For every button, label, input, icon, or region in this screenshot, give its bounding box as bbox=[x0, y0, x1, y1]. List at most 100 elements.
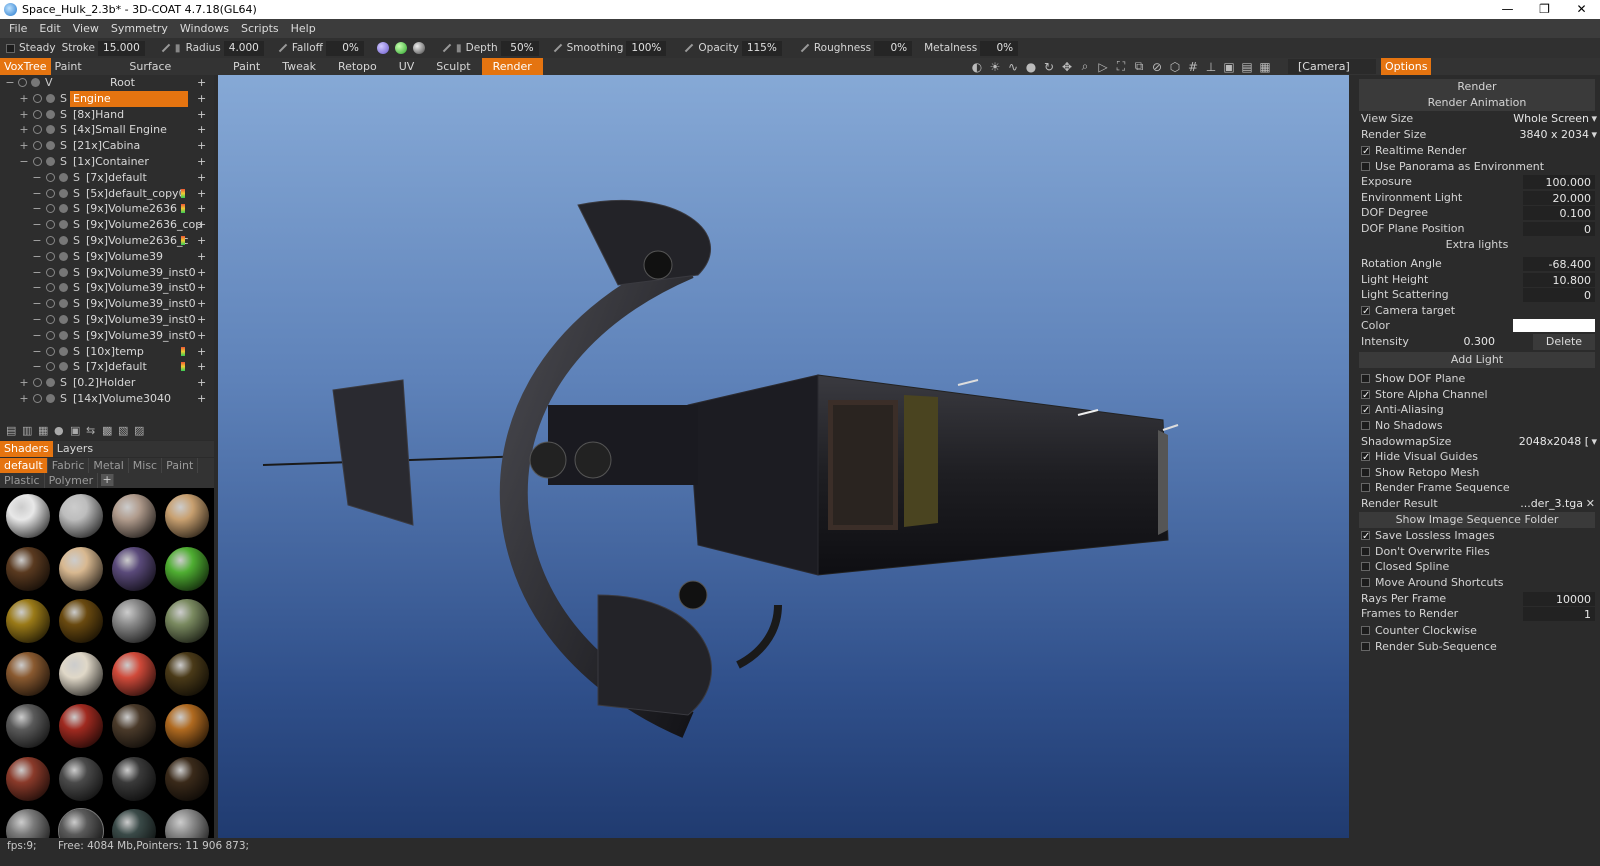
shader-swatch[interactable] bbox=[112, 809, 156, 838]
axis-icon[interactable]: ⊥ bbox=[1202, 60, 1220, 74]
menu-help[interactable]: Help bbox=[285, 22, 322, 35]
screen-icon[interactable]: ▣ bbox=[1220, 60, 1238, 74]
visibility-eye-icon[interactable] bbox=[18, 78, 27, 87]
store-alpha-checkbox[interactable]: Store Alpha Channel bbox=[1359, 387, 1595, 404]
copy-icon[interactable]: ▦ bbox=[38, 424, 54, 437]
shader-swatch[interactable] bbox=[59, 756, 103, 801]
ghost-toggle-icon[interactable] bbox=[59, 330, 68, 340]
show-sequence-folder-button[interactable]: Show Image Sequence Folder bbox=[1359, 512, 1595, 528]
add-layer-icon[interactable]: + bbox=[197, 201, 206, 217]
visibility-eye-icon[interactable] bbox=[46, 362, 55, 372]
add-layer-icon[interactable]: + bbox=[197, 186, 206, 202]
shader-cat-metal[interactable]: Metal bbox=[89, 458, 129, 473]
rays-per-frame-field[interactable]: Rays Per Frame 10000 bbox=[1359, 591, 1595, 607]
render-size-select[interactable]: Render Size 3840 x 2034 ▾ bbox=[1359, 127, 1597, 143]
clear-icon[interactable]: ✕ bbox=[1586, 496, 1595, 512]
layer-name[interactable]: Root bbox=[110, 75, 135, 91]
checkbox-box[interactable] bbox=[1361, 483, 1370, 492]
layer-name[interactable]: [14x]Volume3040 bbox=[73, 391, 171, 407]
save-lossless-checkbox[interactable]: Save Lossless Images bbox=[1359, 528, 1595, 545]
depth-value[interactable]: 50% bbox=[500, 40, 539, 56]
visibility-eye-icon[interactable] bbox=[46, 188, 55, 198]
shader-swatch[interactable] bbox=[6, 494, 50, 538]
menu-scripts[interactable]: Scripts bbox=[235, 22, 285, 35]
checkbox-box[interactable] bbox=[1361, 144, 1370, 160]
grid-icon[interactable]: ▩ bbox=[102, 424, 118, 437]
tree-row[interactable]: − S [9x]Volume2636_cop + bbox=[0, 217, 214, 233]
shader-swatch[interactable] bbox=[112, 704, 156, 748]
room-tab-tweak[interactable]: Tweak bbox=[271, 58, 327, 75]
shader-swatch[interactable] bbox=[59, 704, 103, 748]
color-swatch[interactable] bbox=[1513, 319, 1595, 332]
light-height-value[interactable]: 10.800 bbox=[1523, 273, 1595, 287]
drop-icon[interactable]: ● bbox=[1022, 60, 1040, 74]
use-panorama-checkbox[interactable]: Use Panorama as Environment bbox=[1359, 159, 1595, 175]
steady-checkbox[interactable] bbox=[6, 43, 15, 53]
add-layer-icon[interactable]: + bbox=[197, 217, 206, 233]
shader-swatch[interactable] bbox=[58, 808, 104, 838]
layer-name[interactable]: [4x]Small Engine bbox=[73, 122, 167, 138]
tree-row[interactable]: + S [14x]Volume3040 + bbox=[0, 391, 214, 407]
shader-cat-fabric[interactable]: Fabric bbox=[48, 458, 90, 473]
shader-swatch[interactable] bbox=[6, 809, 50, 838]
light-scattering-field[interactable]: Light Scattering 0 bbox=[1359, 287, 1595, 303]
trash-icon[interactable]: ▤ bbox=[6, 424, 22, 437]
close-button[interactable]: ✕ bbox=[1563, 0, 1600, 19]
layer-name[interactable]: [21x]Cabina bbox=[73, 138, 140, 154]
shader-cat-paint[interactable]: Paint bbox=[162, 458, 199, 473]
closed-spline-checkbox[interactable]: Closed Spline bbox=[1359, 559, 1595, 575]
render-animation-button[interactable]: Render Animation bbox=[1359, 95, 1595, 111]
rotation-angle-field[interactable]: Rotation Angle -68.400 bbox=[1359, 256, 1595, 272]
ghost-toggle-icon[interactable] bbox=[59, 299, 68, 309]
add-layer-icon[interactable]: + bbox=[197, 122, 206, 138]
rotate-icon[interactable]: ↻ bbox=[1040, 60, 1058, 74]
rotation-angle-value[interactable]: -68.400 bbox=[1523, 257, 1595, 271]
lock-icon[interactable]: ▮ bbox=[175, 42, 181, 54]
brush-icon[interactable] bbox=[161, 43, 171, 53]
roughness-value[interactable]: 0% bbox=[874, 40, 913, 56]
frames-to-render-field[interactable]: Frames to Render 1 bbox=[1359, 606, 1595, 622]
visibility-eye-icon[interactable] bbox=[46, 330, 55, 340]
visibility-eye-icon[interactable] bbox=[33, 125, 42, 135]
expand-toggle-icon[interactable]: − bbox=[32, 280, 42, 296]
frames-to-render-value[interactable]: 1 bbox=[1523, 607, 1595, 621]
add-layer-icon[interactable]: + bbox=[197, 107, 206, 123]
opacity-value[interactable]: 115% bbox=[741, 40, 782, 56]
shader-swatch[interactable] bbox=[165, 494, 209, 538]
ghost-toggle-icon[interactable] bbox=[59, 346, 68, 356]
visibility-eye-icon[interactable] bbox=[33, 156, 42, 166]
tree-row[interactable]: + S [8x]Hand + bbox=[0, 107, 214, 123]
expand-toggle-icon[interactable]: − bbox=[32, 296, 42, 312]
visibility-eye-icon[interactable] bbox=[46, 267, 55, 277]
layer-name[interactable]: [9x]Volume39_inst0 bbox=[86, 265, 196, 281]
expand-toggle-icon[interactable]: − bbox=[32, 359, 42, 375]
ghost-toggle-icon[interactable] bbox=[59, 235, 68, 245]
add-layer-icon[interactable]: + bbox=[197, 170, 206, 186]
image-icon[interactable]: ▨ bbox=[134, 424, 150, 437]
checkbox-box[interactable] bbox=[1361, 562, 1370, 571]
visibility-eye-icon[interactable] bbox=[46, 346, 55, 356]
layer-name[interactable]: [9x]Volume2636 bbox=[86, 201, 177, 217]
falloff-value[interactable]: 0% bbox=[325, 40, 364, 56]
ghost-toggle-icon[interactable] bbox=[46, 93, 55, 103]
add-layer-icon[interactable]: + bbox=[197, 265, 206, 281]
play-icon[interactable]: ▷ bbox=[1094, 60, 1112, 74]
visibility-eye-icon[interactable] bbox=[33, 93, 42, 103]
checkbox-box[interactable] bbox=[1361, 388, 1370, 404]
layer-name[interactable]: [9x]Volume39_inst0 bbox=[86, 280, 196, 296]
realtime-render-checkbox[interactable]: Realtime Render bbox=[1359, 143, 1595, 160]
merge-icon[interactable]: ▧ bbox=[118, 424, 134, 437]
contrast-icon[interactable]: ◐ bbox=[968, 60, 986, 74]
trash-all-icon[interactable]: ▥ bbox=[22, 424, 38, 437]
layer-name[interactable]: [9x]Volume39_inst0 bbox=[86, 296, 196, 312]
shader-swatch[interactable] bbox=[112, 599, 156, 643]
visibility-eye-icon[interactable] bbox=[33, 393, 42, 403]
show-retopo-checkbox[interactable]: Show Retopo Mesh bbox=[1359, 465, 1595, 481]
arrows-icon[interactable]: ⇆ bbox=[86, 424, 102, 437]
minimize-button[interactable]: — bbox=[1489, 0, 1526, 19]
tree-row[interactable]: − S [7x]default + bbox=[0, 359, 214, 375]
shader-swatch[interactable] bbox=[59, 546, 103, 591]
tree-row[interactable]: − S [9x]Volume39_inst0 + bbox=[0, 280, 214, 296]
camera-select[interactable]: [Camera] ▾ bbox=[1288, 59, 1394, 74]
visibility-eye-icon[interactable] bbox=[46, 299, 55, 309]
